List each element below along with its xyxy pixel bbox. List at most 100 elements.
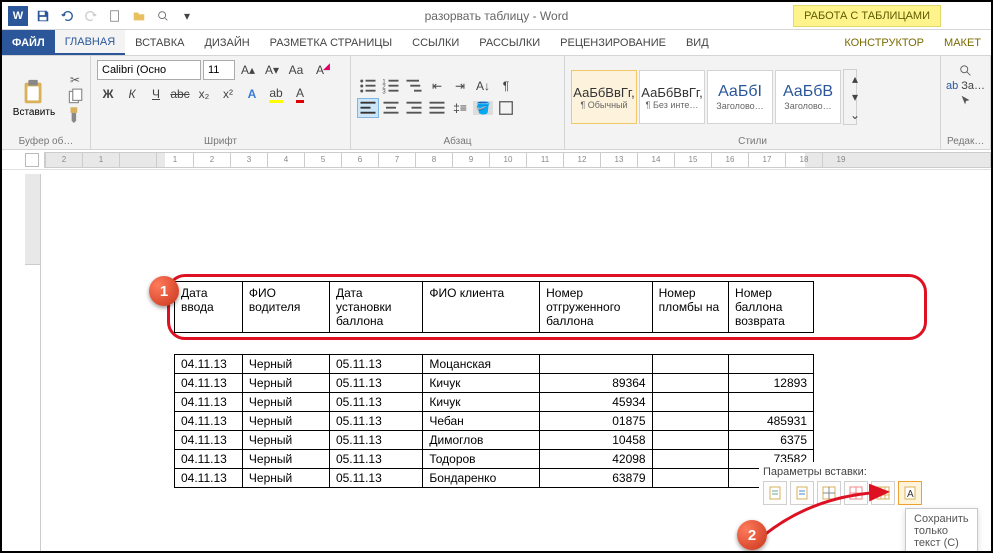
select-button[interactable] xyxy=(959,94,973,108)
font-name-combo[interactable]: Calibri (Осно xyxy=(97,60,201,80)
table-row[interactable]: 04.11.13Черный05.11.13Кичук8936412893 xyxy=(175,374,814,393)
tab-insert[interactable]: ВСТАВКА xyxy=(125,30,194,55)
table-cell[interactable]: Черный xyxy=(242,374,329,393)
paste-new-table-icon[interactable] xyxy=(871,481,895,505)
tab-review[interactable]: РЕЦЕНЗИРОВАНИЕ xyxy=(550,30,676,55)
outdent-icon[interactable]: ⇤ xyxy=(426,76,448,96)
table-cell[interactable]: 10458 xyxy=(540,431,653,450)
table-cell[interactable]: 63879 xyxy=(540,469,653,488)
align-right-icon[interactable] xyxy=(403,98,425,118)
table-row[interactable]: 04.11.13Черный05.11.13Моцанская xyxy=(175,355,814,374)
format-painter-icon[interactable] xyxy=(66,107,84,121)
shading-icon[interactable]: 🪣 xyxy=(472,98,494,118)
table-cell[interactable]: Черный xyxy=(242,450,329,469)
tab-home[interactable]: ГЛАВНАЯ xyxy=(55,30,125,55)
align-center-icon[interactable] xyxy=(380,98,402,118)
styles-more-icon[interactable]: ⌄ xyxy=(844,106,866,124)
styles-gallery[interactable]: АаБбВвГг, ¶ Обычный АаБбВвГг, ¶ Без инте… xyxy=(571,69,857,125)
undo-icon[interactable] xyxy=(58,7,76,25)
tab-table-design[interactable]: КОНСТРУКТОР xyxy=(834,30,934,55)
bold-button[interactable]: Ж xyxy=(97,84,119,104)
font-size-combo[interactable]: 11 xyxy=(203,60,235,80)
table-cell[interactable]: 45934 xyxy=(540,393,653,412)
indent-icon[interactable]: ⇥ xyxy=(449,76,471,96)
table-cell[interactable]: 01875 xyxy=(540,412,653,431)
italic-button[interactable]: К xyxy=(121,84,143,104)
line-spacing-icon[interactable]: ‡≡ xyxy=(449,98,471,118)
align-left-icon[interactable] xyxy=(357,98,379,118)
table-cell[interactable]: 04.11.13 xyxy=(175,374,243,393)
copy-icon[interactable] xyxy=(66,90,84,104)
paste-keep-source-icon[interactable] xyxy=(763,481,787,505)
table-cell[interactable]: Димоглов xyxy=(423,431,540,450)
subscript-button[interactable]: x₂ xyxy=(193,84,215,104)
table-cell[interactable]: 04.11.13 xyxy=(175,412,243,431)
table-cell[interactable]: Черный xyxy=(242,431,329,450)
table-cell[interactable]: Кичук xyxy=(423,393,540,412)
strike-button[interactable]: abc xyxy=(169,84,191,104)
table-cell[interactable]: Черный xyxy=(242,393,329,412)
grow-font-icon[interactable]: A▴ xyxy=(237,60,259,80)
table-cell[interactable] xyxy=(729,355,814,374)
table-cell[interactable] xyxy=(652,374,728,393)
font-color-icon[interactable]: A xyxy=(289,84,311,104)
table-cell[interactable]: 04.11.13 xyxy=(175,355,243,374)
vertical-ruler[interactable] xyxy=(25,174,41,551)
table-cell[interactable] xyxy=(652,355,728,374)
redo-icon[interactable] xyxy=(82,7,100,25)
table-cell[interactable]: 05.11.13 xyxy=(329,450,422,469)
bullets-icon[interactable] xyxy=(357,76,379,96)
header-cell[interactable]: ФИО клиента xyxy=(423,282,540,333)
print-preview-icon[interactable] xyxy=(154,7,172,25)
highlight-icon[interactable]: ab xyxy=(265,84,287,104)
table-cell[interactable]: 485931 xyxy=(729,412,814,431)
table-cell[interactable] xyxy=(652,450,728,469)
table-cell[interactable]: 05.11.13 xyxy=(329,393,422,412)
styles-scroll-up-icon[interactable]: ▴ xyxy=(844,70,866,88)
table-cell[interactable]: 04.11.13 xyxy=(175,450,243,469)
clear-format-icon[interactable]: A◢ xyxy=(309,60,331,80)
table-cell[interactable]: 04.11.13 xyxy=(175,393,243,412)
style-normal[interactable]: АаБбВвГг, ¶ Обычный xyxy=(571,70,637,124)
table-row[interactable]: 04.11.13Черный05.11.13Кичук45934 xyxy=(175,393,814,412)
header-cell[interactable]: Номер баллона возврата xyxy=(729,282,814,333)
paste-button[interactable]: Вставить xyxy=(8,77,60,118)
shrink-font-icon[interactable]: A▾ xyxy=(261,60,283,80)
table-cell[interactable] xyxy=(652,412,728,431)
header-cell[interactable]: ФИО водителя xyxy=(242,282,329,333)
header-cell[interactable]: Дата ввода xyxy=(175,282,243,333)
table-cell[interactable]: 04.11.13 xyxy=(175,431,243,450)
table-cell[interactable]: 05.11.13 xyxy=(329,469,422,488)
new-doc-icon[interactable] xyxy=(106,7,124,25)
tab-design[interactable]: ДИЗАЙН xyxy=(194,30,259,55)
table-cell[interactable]: Черный xyxy=(242,412,329,431)
change-case-icon[interactable]: Aa xyxy=(285,60,307,80)
styles-scroll-down-icon[interactable]: ▾ xyxy=(844,88,866,106)
table-cell[interactable] xyxy=(729,393,814,412)
table-cell[interactable]: 05.11.13 xyxy=(329,412,422,431)
tab-view[interactable]: ВИД xyxy=(676,30,719,55)
table-row[interactable]: 04.11.13Черный05.11.13Тодоров4209873582 xyxy=(175,450,814,469)
table-cell[interactable]: 04.11.13 xyxy=(175,469,243,488)
table-row[interactable]: 04.11.13Черный05.11.13Чебан01875 485931 xyxy=(175,412,814,431)
table-cell[interactable]: 42098 xyxy=(540,450,653,469)
tab-references[interactable]: ССЫЛКИ xyxy=(402,30,469,55)
borders-icon[interactable] xyxy=(495,98,517,118)
header-cell[interactable]: Номер отгруженного баллона xyxy=(540,282,653,333)
header-cell[interactable]: Номер пломбы на xyxy=(652,282,728,333)
header-table[interactable]: Дата ввода ФИО водителя Дата установки б… xyxy=(174,281,814,333)
tab-mailings[interactable]: РАССЫЛКИ xyxy=(469,30,550,55)
table-row[interactable]: 04.11.13Черный05.11.13Димоглов104586375 xyxy=(175,431,814,450)
table-cell[interactable]: Моцанская xyxy=(423,355,540,374)
paste-nest-table-icon[interactable] xyxy=(817,481,841,505)
justify-icon[interactable] xyxy=(426,98,448,118)
table-cell[interactable]: Бондаренко xyxy=(423,469,540,488)
table-cell[interactable] xyxy=(540,355,653,374)
style-heading2[interactable]: АаБбВ Заголово… xyxy=(775,70,841,124)
table-cell[interactable]: 05.11.13 xyxy=(329,431,422,450)
table-cell[interactable]: Чебан xyxy=(423,412,540,431)
open-icon[interactable] xyxy=(130,7,148,25)
tab-file[interactable]: ФАЙЛ xyxy=(2,30,55,55)
header-cell[interactable]: Дата установки баллона xyxy=(329,282,422,333)
tab-table-layout[interactable]: МАКЕТ xyxy=(934,30,991,55)
